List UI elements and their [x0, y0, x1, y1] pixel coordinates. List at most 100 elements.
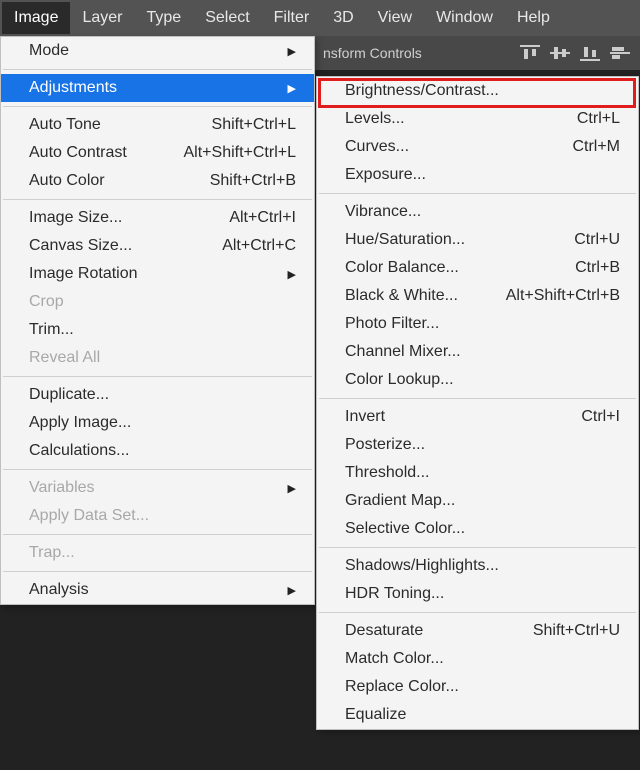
- menu-item-reveal-all: Reveal All: [1, 344, 314, 372]
- menu-item-calculations[interactable]: Calculations...: [1, 437, 314, 465]
- menu-item-auto-contrast[interactable]: Auto ContrastAlt+Shift+Ctrl+L: [1, 139, 314, 167]
- menu-item-label: Photo Filter...: [345, 315, 620, 333]
- menu-separator: [3, 69, 312, 70]
- menu-item-trim[interactable]: Trim...: [1, 316, 314, 344]
- menu-item-label: Duplicate...: [29, 386, 296, 404]
- menubar: ImageLayerTypeSelectFilter3DViewWindowHe…: [0, 0, 640, 36]
- menu-item-apply-data-set: Apply Data Set...: [1, 502, 314, 530]
- align-bottom-icon[interactable]: [578, 43, 602, 63]
- submenu-arrow-icon: ▶: [288, 268, 296, 281]
- menu-item-label: Shadows/Highlights...: [345, 557, 620, 575]
- menubar-item-image[interactable]: Image: [2, 2, 70, 34]
- align-top-icon[interactable]: [518, 43, 542, 63]
- menu-item-shortcut: Alt+Ctrl+C: [222, 237, 296, 255]
- submenu-arrow-icon: ▶: [288, 45, 296, 58]
- menu-item-shortcut: Ctrl+B: [575, 259, 620, 277]
- menu-item-desaturate[interactable]: DesaturateShift+Ctrl+U: [317, 617, 638, 645]
- menubar-item-help[interactable]: Help: [505, 2, 562, 34]
- menubar-item-view[interactable]: View: [366, 2, 424, 34]
- menu-item-label: Threshold...: [345, 464, 620, 482]
- menu-separator: [3, 469, 312, 470]
- tool-options-bar: nsform Controls: [315, 36, 640, 70]
- menu-item-levels[interactable]: Levels...Ctrl+L: [317, 105, 638, 133]
- menu-item-label: Variables: [29, 479, 280, 497]
- menu-item-label: Apply Data Set...: [29, 507, 296, 525]
- menu-item-brightness-contrast[interactable]: Brightness/Contrast...: [317, 77, 638, 105]
- menu-item-shortcut: Shift+Ctrl+U: [533, 622, 620, 640]
- menu-item-canvas-size[interactable]: Canvas Size...Alt+Ctrl+C: [1, 232, 314, 260]
- menu-separator: [319, 398, 636, 399]
- menu-item-label: Auto Color: [29, 172, 210, 190]
- menu-separator: [319, 612, 636, 613]
- menu-item-invert[interactable]: InvertCtrl+I: [317, 403, 638, 431]
- menu-item-label: Equalize: [345, 706, 620, 724]
- menu-separator: [319, 547, 636, 548]
- menu-item-label: Match Color...: [345, 650, 620, 668]
- menu-item-label: Crop: [29, 293, 296, 311]
- menu-item-label: Vibrance...: [345, 203, 620, 221]
- menu-item-shortcut: Ctrl+I: [581, 408, 620, 426]
- menu-item-label: Replace Color...: [345, 678, 620, 696]
- menubar-item-window[interactable]: Window: [424, 2, 505, 34]
- menu-item-photo-filter[interactable]: Photo Filter...: [317, 310, 638, 338]
- menu-item-color-lookup[interactable]: Color Lookup...: [317, 366, 638, 394]
- menu-item-posterize[interactable]: Posterize...: [317, 431, 638, 459]
- menu-item-label: Gradient Map...: [345, 492, 620, 510]
- menu-item-trap: Trap...: [1, 539, 314, 567]
- menu-item-selective-color[interactable]: Selective Color...: [317, 515, 638, 543]
- align-vcenter-icon[interactable]: [548, 43, 572, 63]
- menubar-item-layer[interactable]: Layer: [70, 2, 134, 34]
- menu-item-label: Black & White...: [345, 287, 506, 305]
- align-left-icon[interactable]: [608, 43, 632, 63]
- menu-item-hdr-toning[interactable]: HDR Toning...: [317, 580, 638, 608]
- menu-separator: [3, 199, 312, 200]
- menu-separator: [3, 534, 312, 535]
- menu-item-label: Invert: [345, 408, 581, 426]
- transform-controls-label: nsform Controls: [323, 45, 422, 61]
- menu-item-label: Reveal All: [29, 349, 296, 367]
- adjustments-submenu: Brightness/Contrast...Levels...Ctrl+LCur…: [316, 76, 639, 730]
- menu-item-label: Adjustments: [29, 79, 280, 97]
- menu-item-label: Hue/Saturation...: [345, 231, 574, 249]
- menu-item-label: Color Lookup...: [345, 371, 620, 389]
- menu-item-label: Image Size...: [29, 209, 229, 227]
- menu-item-label: Analysis: [29, 581, 280, 599]
- menu-item-replace-color[interactable]: Replace Color...: [317, 673, 638, 701]
- menu-item-black-white[interactable]: Black & White...Alt+Shift+Ctrl+B: [317, 282, 638, 310]
- menu-item-curves[interactable]: Curves...Ctrl+M: [317, 133, 638, 161]
- menu-item-color-balance[interactable]: Color Balance...Ctrl+B: [317, 254, 638, 282]
- menu-item-auto-color[interactable]: Auto ColorShift+Ctrl+B: [1, 167, 314, 195]
- menu-item-label: Auto Contrast: [29, 144, 184, 162]
- menu-item-equalize[interactable]: Equalize: [317, 701, 638, 729]
- menu-item-analysis[interactable]: Analysis▶: [1, 576, 314, 604]
- menu-item-label: Exposure...: [345, 166, 620, 184]
- menubar-item-type[interactable]: Type: [135, 2, 194, 34]
- menu-item-adjustments[interactable]: Adjustments▶: [1, 74, 314, 102]
- menu-item-shortcut: Shift+Ctrl+L: [212, 116, 296, 134]
- menubar-item-3d[interactable]: 3D: [321, 2, 365, 34]
- menu-item-label: Mode: [29, 42, 280, 60]
- menu-item-gradient-map[interactable]: Gradient Map...: [317, 487, 638, 515]
- menu-item-hue-saturation[interactable]: Hue/Saturation...Ctrl+U: [317, 226, 638, 254]
- menu-item-label: Auto Tone: [29, 116, 212, 134]
- menu-item-crop: Crop: [1, 288, 314, 316]
- menu-item-channel-mixer[interactable]: Channel Mixer...: [317, 338, 638, 366]
- align-icons: [518, 43, 632, 63]
- menu-item-match-color[interactable]: Match Color...: [317, 645, 638, 673]
- menubar-item-select[interactable]: Select: [193, 2, 261, 34]
- menu-separator: [3, 106, 312, 107]
- menu-item-image-rotation[interactable]: Image Rotation▶: [1, 260, 314, 288]
- menu-item-shadows-highlights[interactable]: Shadows/Highlights...: [317, 552, 638, 580]
- menu-item-image-size[interactable]: Image Size...Alt+Ctrl+I: [1, 204, 314, 232]
- menu-item-apply-image[interactable]: Apply Image...: [1, 409, 314, 437]
- menu-item-shortcut: Ctrl+L: [577, 110, 620, 128]
- menubar-item-filter[interactable]: Filter: [262, 2, 322, 34]
- menu-item-threshold[interactable]: Threshold...: [317, 459, 638, 487]
- menu-item-mode[interactable]: Mode ▶: [1, 37, 314, 65]
- menu-item-exposure[interactable]: Exposure...: [317, 161, 638, 189]
- menu-item-vibrance[interactable]: Vibrance...: [317, 198, 638, 226]
- menu-item-duplicate[interactable]: Duplicate...: [1, 381, 314, 409]
- menu-item-label: Channel Mixer...: [345, 343, 620, 361]
- menu-item-auto-tone[interactable]: Auto ToneShift+Ctrl+L: [1, 111, 314, 139]
- menu-item-label: Canvas Size...: [29, 237, 222, 255]
